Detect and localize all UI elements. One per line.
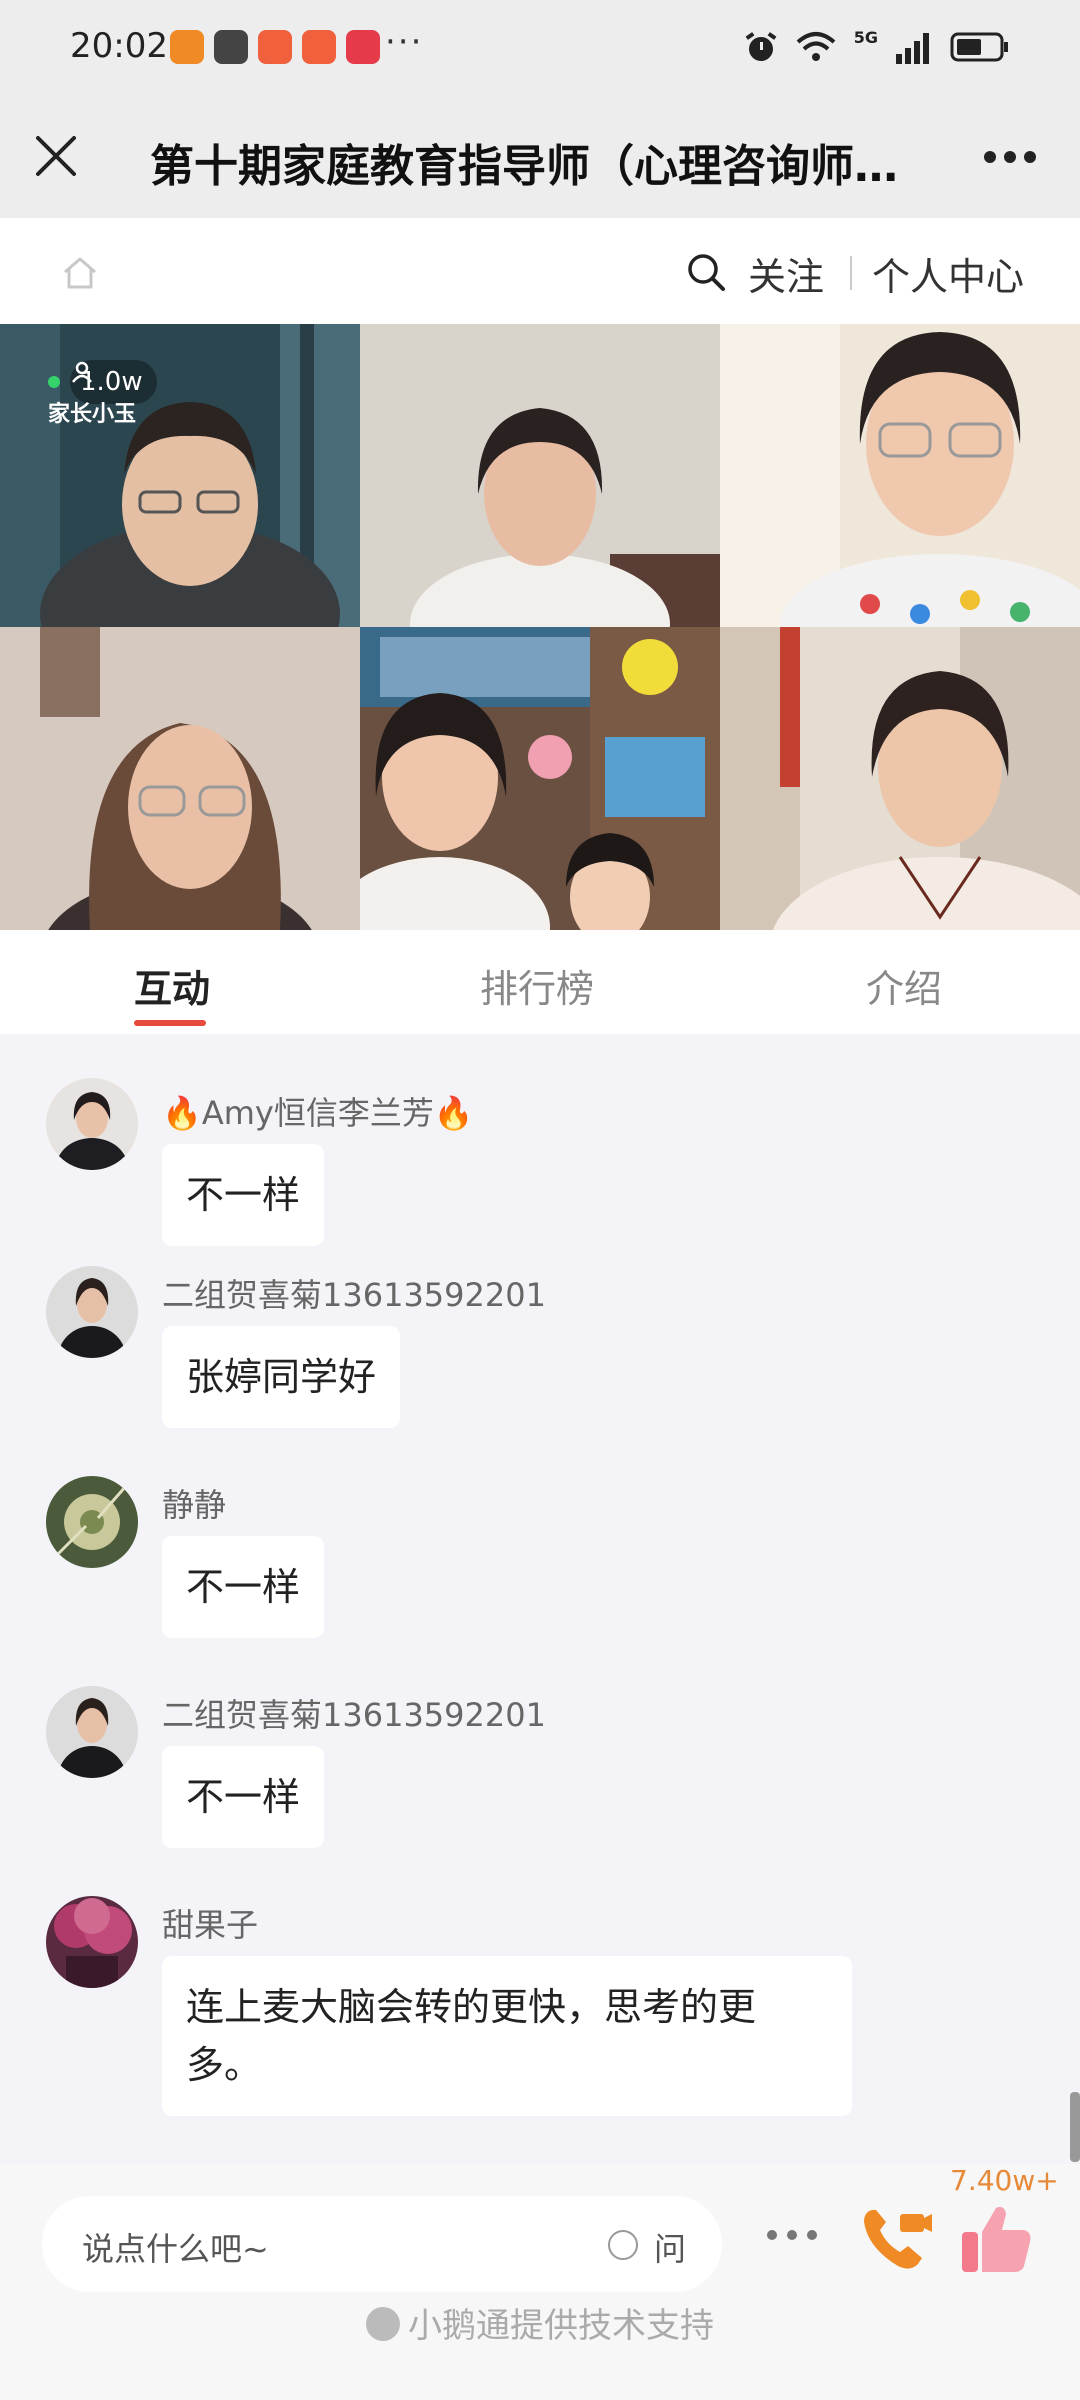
chat-bubble: 不一样	[162, 1144, 325, 1246]
video-tile-4[interactable]	[0, 627, 360, 930]
follow-button[interactable]: 关注	[748, 246, 824, 301]
app-notification-icon	[170, 30, 204, 64]
video-tile-3[interactable]	[720, 324, 1080, 627]
video-tile-2[interactable]	[360, 324, 720, 627]
home-icon[interactable]	[60, 252, 100, 292]
participant-video-image	[720, 627, 1080, 930]
active-tab-indicator	[134, 1020, 206, 1026]
chat-bubble: 连上麦大脑会转的更快，思考的更多。	[162, 1956, 852, 2116]
chat-bubble: 不一样	[162, 1536, 325, 1638]
status-bar: 20:02 ··· 5G	[0, 0, 1080, 100]
xiaoetong-logo-icon	[366, 2306, 400, 2341]
comment-input[interactable]: 说点什么吧~ 问	[42, 2196, 722, 2292]
nav-bar: 关注 个人中心	[0, 218, 1080, 324]
powered-by-footer: 小鹅通提供技术支持	[0, 2298, 1080, 2347]
tab-ranking[interactable]: 排行榜	[480, 958, 594, 1013]
participant-video-image	[360, 324, 720, 627]
battery-icon	[950, 32, 1008, 62]
network-type-label: 5G	[853, 27, 878, 47]
host-video-image	[0, 324, 360, 627]
wifi-icon	[796, 32, 836, 61]
chat-username: 静静	[162, 1486, 227, 1524]
chat-scrollbar[interactable]	[1070, 2092, 1080, 2162]
notification-icons	[170, 30, 380, 64]
chat-username: 🔥Amy恒信李兰芳🔥	[162, 1094, 474, 1132]
alarm-icon	[745, 32, 777, 61]
video-tile-6[interactable]	[720, 627, 1080, 930]
page-title: 第十期家庭教育指导师（心理咨询师…	[150, 141, 898, 192]
avatar[interactable]	[46, 1896, 138, 1988]
search-icon[interactable]	[686, 252, 726, 292]
system-icons: 5G	[744, 27, 1010, 64]
chat-username: 甜果子	[162, 1906, 259, 1944]
more-actions-icon[interactable]	[762, 2220, 822, 2250]
app-notification-icon	[302, 30, 336, 64]
participant-video-image	[0, 627, 360, 930]
fire-icon: 🔥	[162, 1094, 202, 1132]
like-count: 7.40w+	[950, 2164, 1059, 2197]
chat-list[interactable]: 🔥Amy恒信李兰芳🔥 不一样 二组贺喜菊13613592201 张婷同学好 静静…	[0, 1034, 1080, 2164]
avatar[interactable]	[46, 1476, 138, 1568]
nav-divider	[850, 256, 852, 290]
video-tile-host[interactable]: 1.0w 家长小玉	[0, 324, 360, 627]
personal-center-button[interactable]: 个人中心	[872, 246, 1024, 301]
more-options-icon[interactable]	[980, 132, 1040, 182]
app-notification-icon	[214, 30, 248, 64]
video-grid[interactable]: 1.0w 家长小玉	[0, 324, 1080, 930]
avatar[interactable]	[46, 1078, 138, 1170]
connect-mic-phone-icon[interactable]	[858, 2200, 934, 2276]
participant-video-image	[360, 627, 720, 930]
ask-question-label[interactable]: 问	[654, 2224, 686, 2270]
bottom-bar: 说点什么吧~ 问 7.40w+ 小鹅通提供技术支持	[0, 2164, 1080, 2400]
app-notification-icon	[258, 30, 292, 64]
avatar[interactable]	[46, 1266, 138, 1358]
tab-interaction[interactable]: 互动	[134, 958, 210, 1013]
like-thumbs-up-icon[interactable]	[958, 2202, 1034, 2276]
more-notifications-icon: ···	[385, 22, 424, 62]
status-time: 20:02	[70, 26, 168, 66]
signal-icon	[896, 33, 929, 64]
chat-username: 二组贺喜菊13613592201	[162, 1696, 546, 1734]
comment-input-placeholder: 说点什么吧~	[82, 2230, 269, 2268]
app-notification-icon	[346, 30, 380, 64]
host-tag: 家长小玉	[48, 402, 137, 427]
participant-video-image	[720, 324, 1080, 627]
viewers-icon	[72, 361, 92, 383]
live-indicator	[48, 376, 60, 388]
avatar[interactable]	[46, 1686, 138, 1778]
title-bar: 第十期家庭教育指导师（心理咨询师…	[0, 100, 1080, 218]
tab-bar: 互动 排行榜 介绍	[0, 930, 1080, 1034]
chat-bubble: 不一样	[162, 1746, 325, 1848]
chat-bubble: 张婷同学好	[162, 1326, 401, 1428]
video-tile-5[interactable]	[360, 627, 720, 930]
chat-username: 二组贺喜菊13613592201	[162, 1276, 546, 1314]
tab-introduction[interactable]: 介绍	[866, 958, 942, 1013]
ask-question-radio[interactable]	[608, 2230, 638, 2260]
close-icon[interactable]	[30, 130, 82, 182]
fire-icon: 🔥	[433, 1094, 474, 1132]
